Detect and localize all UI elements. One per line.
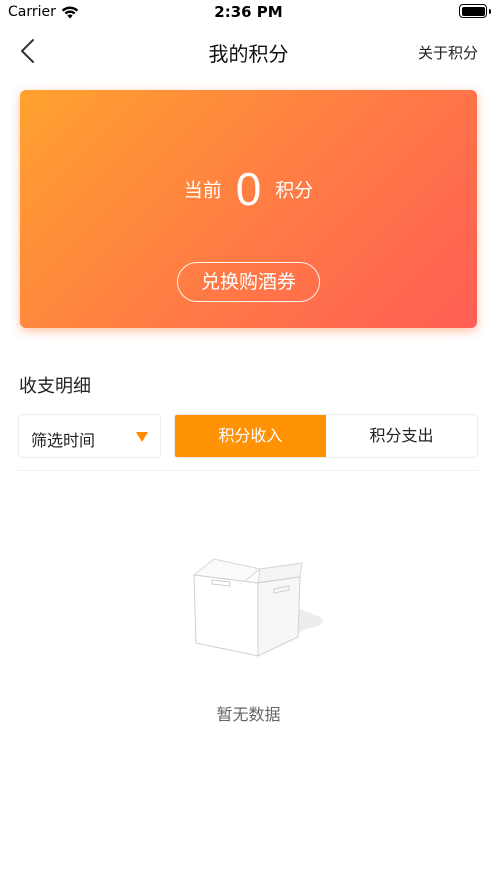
back-chevron-icon[interactable]	[14, 36, 42, 66]
empty-state-message: 暂无数据	[216, 705, 281, 724]
points-summary: 当前 0 积分	[20, 162, 477, 216]
clock-time: 2:36 PM	[214, 3, 283, 21]
divider	[18, 470, 478, 471]
about-points-link[interactable]: 关于积分	[418, 42, 478, 63]
tab-points-income[interactable]: 积分收入	[175, 415, 326, 457]
points-suffix-label: 积分	[275, 179, 314, 202]
empty-box-icon	[192, 558, 323, 657]
points-value: 0	[235, 163, 262, 215]
navigation-bar: 我的积分 关于积分	[0, 26, 497, 76]
dropdown-triangle-icon	[136, 432, 148, 442]
filter-time-label: 筛选时间	[31, 431, 96, 450]
filter-time-dropdown[interactable]: 筛选时间	[18, 414, 161, 458]
redeem-voucher-button[interactable]: 兑换购酒券	[177, 262, 320, 302]
battery-icon	[459, 4, 491, 18]
tab-points-expense[interactable]: 积分支出	[326, 415, 477, 457]
points-prefix-label: 当前	[183, 179, 222, 202]
points-card: 当前 0 积分 兑换购酒券	[20, 90, 477, 328]
details-section-title: 收支明细	[19, 376, 91, 397]
points-type-tabs: 积分收入 积分支出	[174, 414, 478, 458]
status-bar: Carrier 2:36 PM	[0, 0, 497, 26]
